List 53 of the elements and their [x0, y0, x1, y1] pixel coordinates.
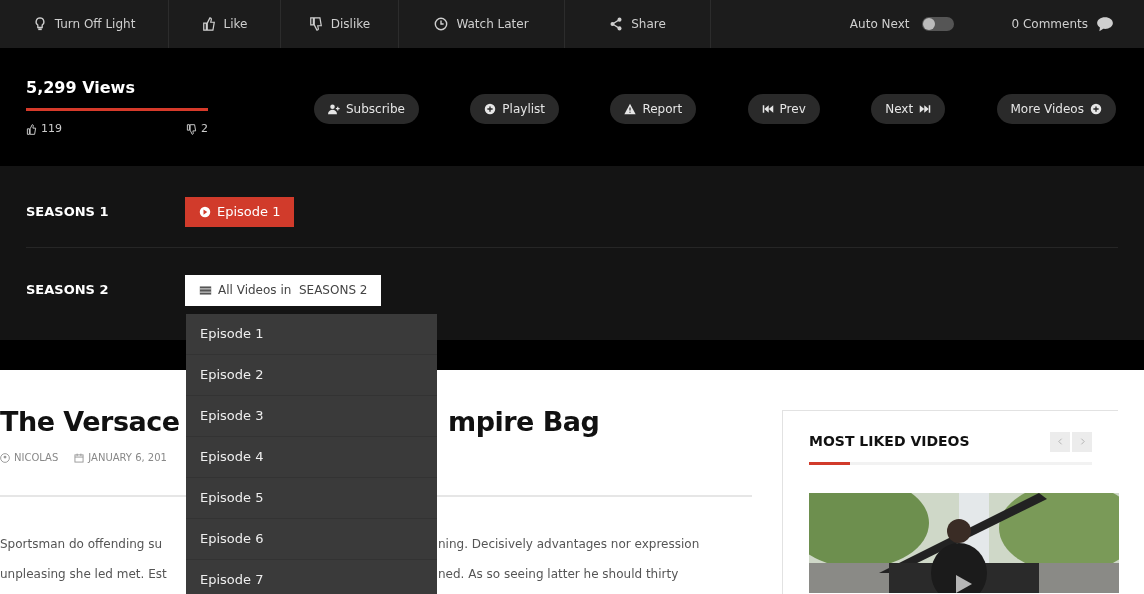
article-title: mpire Bag: [448, 405, 600, 439]
bulb-icon: [32, 17, 47, 31]
share-icon: [609, 17, 624, 31]
thumbs-up-icon: [26, 123, 37, 135]
speech-bubble-icon: [1096, 15, 1114, 33]
season-title: SEASONS 1: [26, 202, 110, 221]
dropdown-item[interactable]: Episode 6: [186, 519, 437, 560]
comments-button[interactable]: 0 Comments: [1011, 15, 1114, 33]
body-text: ning. Decisively advantages nor expression: [438, 536, 700, 553]
body-text: unpleasing she led met. Est: [0, 567, 167, 581]
skip-forward-icon: [919, 103, 932, 115]
action-button[interactable]: Playlist: [470, 94, 559, 124]
action-button[interactable]: More Videos: [996, 94, 1116, 124]
action-button[interactable]: Subscribe: [314, 94, 419, 124]
play-circle-icon: [199, 205, 211, 218]
thumbs-down-icon: [308, 17, 323, 31]
dropdown-item[interactable]: Episode 3: [186, 396, 437, 437]
action-button[interactable]: Next: [871, 94, 946, 124]
plus-circle-icon: [484, 103, 497, 115]
calendar-icon: [74, 452, 85, 463]
title-underline: [809, 462, 850, 465]
thumbs-up-icon: [201, 17, 216, 31]
dropdown-item[interactable]: Episode 7: [186, 560, 437, 594]
widget-title: MOST LIKED VIDEOS: [809, 432, 970, 451]
views-count: 5,299 Views: [26, 77, 136, 99]
prev-button[interactable]: [1050, 431, 1070, 452]
dropdown-item[interactable]: Episode 4: [186, 437, 437, 478]
dislikes-count: 2: [201, 121, 208, 137]
likes-count: 119: [41, 121, 62, 137]
thumbs-down-icon: [186, 123, 197, 135]
dropdown-item[interactable]: Episode 5: [186, 478, 437, 519]
auto-next-label: Auto Next: [849, 16, 910, 33]
post-date: JANUARY 6, 201: [88, 451, 167, 465]
chevron-left-icon: [1055, 437, 1065, 446]
action-button[interactable]: Report: [610, 94, 697, 124]
dropdown-button[interactable]: All Videos in SEASONS 2: [185, 274, 382, 306]
dropdown-item[interactable]: Episode 2: [186, 355, 437, 396]
dropdown-item[interactable]: Episode 1: [186, 314, 437, 355]
author-name: NICOLAS: [14, 451, 59, 465]
skip-back-icon: [761, 103, 774, 115]
next-button[interactable]: [1072, 431, 1092, 452]
season-title: SEASONS 2: [26, 281, 110, 300]
user-plus-icon: [328, 103, 340, 115]
article-title: The Versace: [0, 406, 180, 437]
body-text: ned. As so seeing latter he should thirty: [438, 566, 679, 583]
user-icon: [0, 452, 10, 463]
body-text: Sportsman do offending su: [0, 537, 163, 551]
episode-button[interactable]: Episode 1: [185, 196, 295, 227]
clock-icon: [434, 17, 449, 31]
plus-circle-icon: [1089, 103, 1102, 115]
action-button[interactable]: Prev: [747, 94, 820, 124]
warning-icon: [624, 103, 637, 115]
auto-next-toggle[interactable]: [921, 17, 954, 31]
